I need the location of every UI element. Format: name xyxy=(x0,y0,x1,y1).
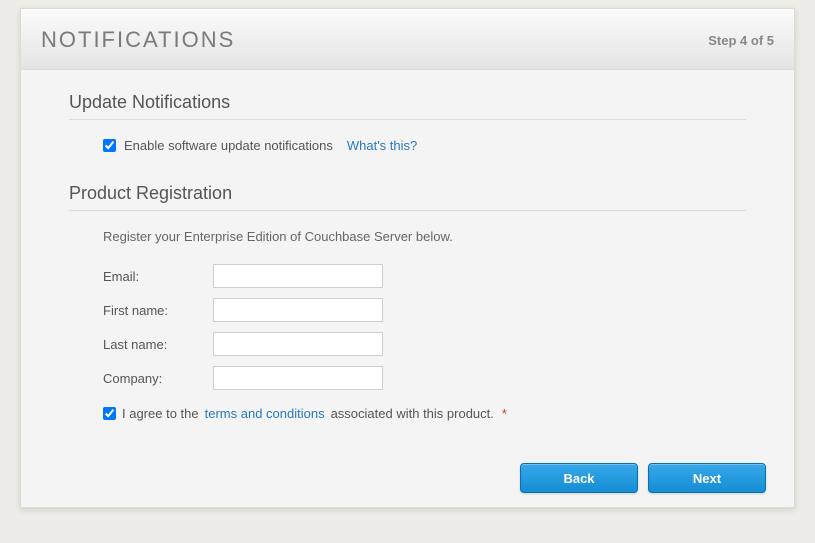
agree-suffix: associated with this product. xyxy=(331,406,494,421)
form-row-email: Email: xyxy=(103,264,746,288)
agree-row: I agree to the terms and conditions asso… xyxy=(69,406,746,421)
first-name-field[interactable] xyxy=(213,298,383,322)
form-row-first-name: First name: xyxy=(103,298,746,322)
company-label: Company: xyxy=(103,371,213,386)
page-title: NOTIFICATIONS xyxy=(41,27,235,53)
dialog-footer: Back Next xyxy=(21,451,794,507)
dialog-header: NOTIFICATIONS Step 4 of 5 xyxy=(21,9,794,70)
setup-dialog: NOTIFICATIONS Step 4 of 5 Update Notific… xyxy=(20,8,795,508)
agree-checkbox[interactable] xyxy=(103,407,116,420)
email-label: Email: xyxy=(103,269,213,284)
registration-form: Email: First name: Last name: Company: xyxy=(69,264,746,390)
registration-description: Register your Enterprise Edition of Couc… xyxy=(69,229,746,244)
last-name-field[interactable] xyxy=(213,332,383,356)
enable-updates-checkbox[interactable] xyxy=(103,139,116,152)
agree-prefix: I agree to the xyxy=(122,406,199,421)
required-mark: * xyxy=(502,406,507,421)
section-registration-title: Product Registration xyxy=(69,183,746,211)
last-name-label: Last name: xyxy=(103,337,213,352)
terms-link[interactable]: terms and conditions xyxy=(205,406,325,421)
back-button[interactable]: Back xyxy=(520,463,638,493)
form-row-last-name: Last name: xyxy=(103,332,746,356)
email-field[interactable] xyxy=(213,264,383,288)
next-button[interactable]: Next xyxy=(648,463,766,493)
first-name-label: First name: xyxy=(103,303,213,318)
step-indicator: Step 4 of 5 xyxy=(708,33,774,48)
company-field[interactable] xyxy=(213,366,383,390)
section-update-title: Update Notifications xyxy=(69,92,746,120)
form-row-company: Company: xyxy=(103,366,746,390)
enable-updates-label: Enable software update notifications xyxy=(124,138,333,153)
dialog-body: Update Notifications Enable software upd… xyxy=(21,70,794,451)
whats-this-link[interactable]: What's this? xyxy=(347,138,417,153)
enable-updates-row: Enable software update notifications Wha… xyxy=(69,138,746,153)
